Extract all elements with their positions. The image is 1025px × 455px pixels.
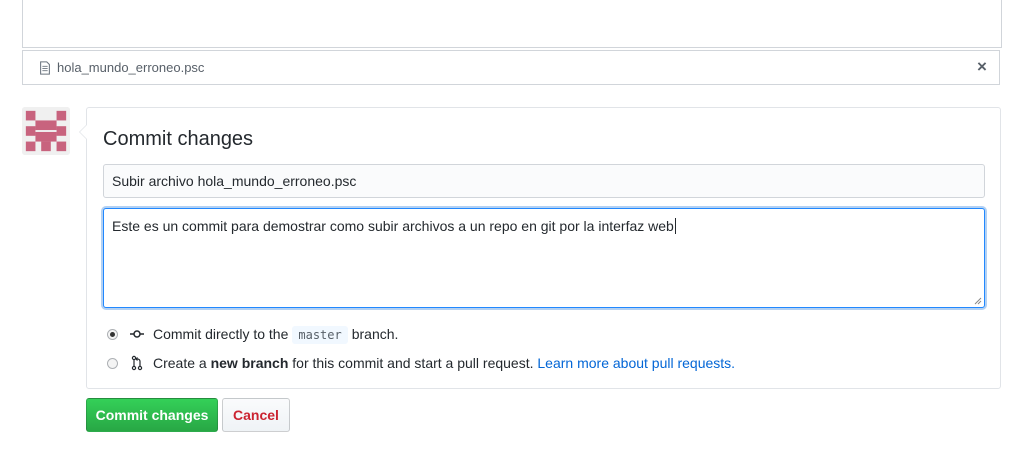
option-commit-direct-label: Commit directly to the master branch.	[153, 326, 399, 344]
uploaded-file-row: hola_mundo_erroneo.psc ×	[22, 50, 1000, 85]
text-cursor	[674, 218, 676, 234]
branch-name: master	[292, 326, 348, 344]
option-new-middle: for this commit and start a pull request…	[292, 355, 534, 371]
option-new-bold: new branch	[210, 355, 289, 371]
commit-description-textarea[interactable]: Este es un commit para demostrar como su…	[103, 208, 985, 308]
resize-grip-icon[interactable]	[974, 297, 982, 305]
option-direct-prefix: Commit directly to the	[153, 326, 289, 342]
file-icon	[39, 60, 51, 75]
option-new-branch-label: Create a new branch for this commit and …	[153, 355, 735, 371]
radio-commit-direct[interactable]	[107, 328, 118, 340]
option-commit-direct[interactable]: Commit directly to the master branch.	[107, 326, 399, 344]
git-commit-icon	[129, 326, 145, 342]
commit-form: Commit changes Subir archivo hola_mundo_…	[79, 107, 1001, 389]
avatar[interactable]	[22, 107, 70, 155]
uploaded-file-name: hola_mundo_erroneo.psc	[57, 60, 205, 75]
commit-summary-input[interactable]: Subir archivo hola_mundo_erroneo.psc	[103, 164, 985, 198]
cancel-button[interactable]: Cancel	[222, 398, 290, 432]
speech-caret-inner	[80, 125, 87, 139]
git-pull-request-icon	[129, 355, 145, 371]
option-new-prefix: Create a	[153, 355, 207, 371]
commit-description-text: Este es un commit para demostrar como su…	[112, 218, 674, 234]
option-direct-suffix: branch.	[351, 326, 399, 342]
option-new-branch[interactable]: Create a new branch for this commit and …	[107, 355, 735, 371]
learn-more-link[interactable]: Learn more about pull requests.	[537, 355, 735, 371]
radio-new-branch[interactable]	[107, 357, 118, 369]
file-dropzone[interactable]	[22, 0, 1002, 48]
commit-heading: Commit changes	[103, 128, 254, 150]
close-icon[interactable]: ×	[973, 58, 991, 76]
commit-changes-button[interactable]: Commit changes	[86, 398, 218, 432]
